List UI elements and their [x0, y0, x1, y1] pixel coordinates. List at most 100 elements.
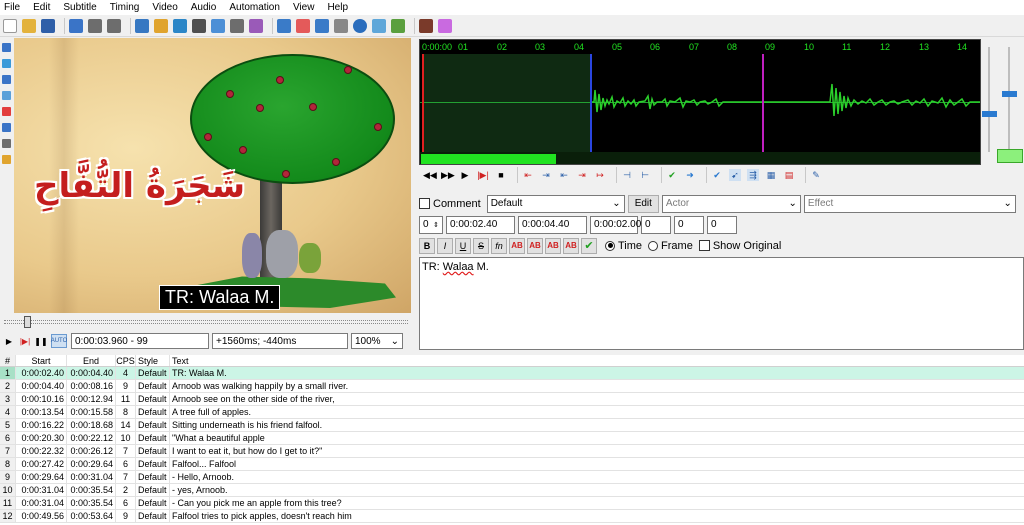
- audio-scroll-thumb[interactable]: [421, 154, 556, 164]
- bold-button[interactable]: B: [419, 237, 435, 254]
- play-current-line-icon[interactable]: |▶|: [477, 169, 489, 181]
- header-start[interactable]: Start: [16, 355, 67, 366]
- outline-color-button[interactable]: AB: [545, 237, 561, 254]
- secondary-color-button[interactable]: AB: [527, 237, 543, 254]
- open-folder-icon[interactable]: [22, 18, 36, 33]
- table-row[interactable]: 6 0:00:20.30 0:00:22.12 10 Default "What a be…: [0, 432, 1024, 445]
- menu-video[interactable]: Video: [152, 2, 177, 13]
- standard-tool-icon[interactable]: [2, 43, 11, 52]
- header-text[interactable]: Text: [170, 355, 1024, 366]
- video-time-field[interactable]: 0:00:03.960 - 99: [71, 333, 209, 349]
- table-row[interactable]: 10 0:00:31.04 0:00:35.54 2 Default - yes, Arn…: [0, 484, 1024, 497]
- margin-vertical-field[interactable]: 0: [707, 215, 737, 234]
- commit-check-icon[interactable]: ✔: [581, 237, 597, 254]
- fonts-collector-icon[interactable]: [154, 18, 168, 33]
- stop-audio-icon[interactable]: ■: [495, 169, 507, 181]
- table-row[interactable]: 7 0:00:22.32 0:00:26.12 7 Default I want to e…: [0, 445, 1024, 458]
- spell-check-icon[interactable]: [249, 18, 263, 33]
- lead-in-icon[interactable]: ⊣: [621, 169, 633, 181]
- menu-audio[interactable]: Audio: [191, 2, 217, 13]
- go-to-icon[interactable]: ➜: [684, 169, 696, 181]
- shift-times-icon[interactable]: [277, 18, 291, 33]
- margin-right-field[interactable]: 0: [674, 215, 704, 234]
- menu-subtitle[interactable]: Subtitle: [63, 2, 96, 13]
- clock-icon[interactable]: [353, 18, 367, 33]
- play-to-end-icon[interactable]: ↦: [594, 169, 606, 181]
- table-row[interactable]: 3 0:00:10.16 0:00:12.94 11 Default Arnoob see…: [0, 393, 1024, 406]
- show-original-checkbox[interactable]: [698, 240, 710, 251]
- table-row[interactable]: 2 0:00:04.40 0:00:08.16 9 Default Arnoob was …: [0, 380, 1024, 393]
- commit-icon[interactable]: ✔: [666, 169, 678, 181]
- clip-tool-icon[interactable]: [2, 123, 11, 132]
- start-time-field[interactable]: 0:00:02.40: [446, 215, 515, 234]
- frame-radio[interactable]: [648, 240, 659, 251]
- stop-icon[interactable]: ❚❚: [34, 335, 47, 347]
- resample-icon[interactable]: [173, 18, 187, 33]
- font-button[interactable]: fn: [491, 237, 507, 254]
- strikeout-button[interactable]: S: [473, 237, 489, 254]
- style-select[interactable]: Default ⌄: [486, 194, 625, 213]
- menu-timing[interactable]: Timing: [110, 2, 140, 13]
- time-radio[interactable]: [605, 240, 615, 251]
- menu-automation[interactable]: Automation: [229, 2, 280, 13]
- check-icon[interactable]: [391, 18, 405, 33]
- comment-checkbox[interactable]: [419, 198, 430, 209]
- margin-left-field[interactable]: 0: [641, 215, 671, 234]
- spectrum-icon[interactable]: ▦: [765, 169, 777, 181]
- help-icon[interactable]: [2, 155, 11, 164]
- header-end[interactable]: End: [67, 355, 116, 366]
- table-row[interactable]: 8 0:00:27.42 0:00:29.64 6 Default Falfool... …: [0, 458, 1024, 471]
- italic-button[interactable]: I: [437, 237, 453, 254]
- automation-icon[interactable]: [438, 18, 452, 33]
- table-row[interactable]: 11 0:00:31.04 0:00:35.54 6 Default - Can you …: [0, 497, 1024, 510]
- auto-next-icon[interactable]: ➹: [729, 169, 741, 181]
- karaoke-icon[interactable]: ▤: [783, 169, 795, 181]
- video-display[interactable]: شَجَرَةُ التُّفَّاحِ TR: Walaa M.: [14, 38, 411, 313]
- seek-thumb[interactable]: [24, 316, 31, 328]
- layer-spin[interactable]: 0 ⇕: [419, 215, 443, 234]
- play-icon[interactable]: ▶: [3, 335, 15, 347]
- subtitle-text-editor[interactable]: TR: Walaa M.: [419, 257, 1024, 350]
- header-style[interactable]: Style: [136, 355, 170, 366]
- zoom-select[interactable]: 100% ⌄: [351, 333, 403, 349]
- vector-clip-icon[interactable]: [2, 139, 11, 148]
- header-num[interactable]: #: [0, 355, 16, 366]
- previous-line-icon[interactable]: ◀◀: [423, 169, 437, 181]
- timing-postprocessor-icon[interactable]: [296, 18, 310, 33]
- table-row[interactable]: 9 0:00:29.64 0:00:31.04 7 Default - Hello, Ar…: [0, 471, 1024, 484]
- horizontal-zoom-thumb[interactable]: [982, 111, 997, 117]
- actor-select[interactable]: Actor ⌄: [661, 194, 801, 213]
- play-line-icon[interactable]: |▶|: [19, 335, 31, 347]
- selection-start-marker[interactable]: [422, 54, 424, 152]
- table-row[interactable]: 1 0:00:02.40 0:00:04.40 4 Default TR: Walaa M…: [0, 367, 1024, 380]
- auto-scroll-audio-icon[interactable]: ⇶: [747, 169, 759, 181]
- karaoke-mode-icon[interactable]: ✎: [810, 169, 822, 181]
- jump-to-icon[interactable]: [69, 18, 83, 33]
- vertical-zoom-thumb[interactable]: [1002, 91, 1017, 97]
- menu-view[interactable]: View: [293, 2, 315, 13]
- tools-icon[interactable]: [419, 18, 433, 33]
- scale-tool-icon[interactable]: [2, 107, 11, 116]
- link-zoom-toggle[interactable]: [997, 149, 1023, 163]
- play-selection-icon[interactable]: ▶: [459, 169, 471, 181]
- kanji-timer-icon[interactable]: [315, 18, 329, 33]
- styles-manager-icon[interactable]: [192, 18, 206, 33]
- audio-display[interactable]: 0:00:00 01 02 03 04 05 06 07 08 09 10 11…: [419, 39, 981, 165]
- find-replace-icon[interactable]: [107, 18, 121, 33]
- auto-commit-icon[interactable]: ✔: [711, 169, 723, 181]
- table-row[interactable]: 4 0:00:13.54 0:00:15.58 8 Default A tree full…: [0, 406, 1024, 419]
- rotate-z-icon[interactable]: [2, 75, 11, 84]
- effect-select[interactable]: Effect ⌄: [803, 194, 1016, 213]
- play-end-icon[interactable]: ⇤: [558, 169, 570, 181]
- translation-icon[interactable]: [230, 18, 244, 33]
- selection-end-marker[interactable]: [590, 54, 592, 152]
- autoscroll-icon[interactable]: AUTO: [51, 334, 67, 348]
- play-start-icon[interactable]: ⇥: [540, 169, 552, 181]
- select-lines-icon[interactable]: [334, 18, 348, 33]
- duration-field[interactable]: 0:00:02.00: [590, 215, 641, 234]
- underline-button[interactable]: U: [455, 237, 471, 254]
- find-icon[interactable]: [88, 18, 102, 33]
- menu-edit[interactable]: Edit: [33, 2, 50, 13]
- table-row[interactable]: 12 0:00:49.56 0:00:53.64 9 Default Falfool tr…: [0, 510, 1024, 523]
- menu-file[interactable]: File: [4, 2, 20, 13]
